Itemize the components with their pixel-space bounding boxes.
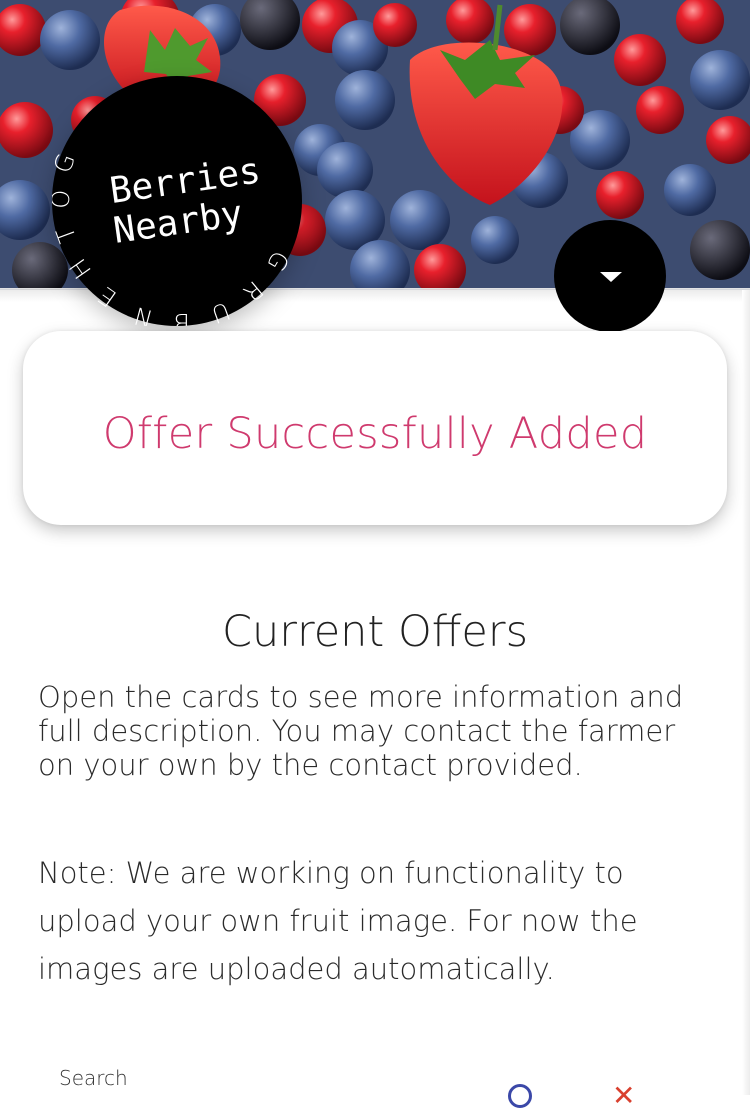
svg-text:O: O xyxy=(52,189,76,210)
svg-text:U: U xyxy=(208,296,234,326)
success-alert-card: Offer Successfully Added xyxy=(23,331,727,525)
note-text: Note: We are working on functionality to… xyxy=(38,856,638,986)
search-label: Search xyxy=(59,1066,128,1090)
close-icon[interactable]: ✕ xyxy=(612,1082,635,1110)
svg-text:R: R xyxy=(238,275,269,307)
caret-down-icon xyxy=(600,272,622,282)
berries-nearby-logo[interactable]: Berries Nearby G O T H E N B U R G xyxy=(52,76,302,326)
svg-text:B: B xyxy=(174,308,190,326)
svg-text:H: H xyxy=(64,253,97,284)
svg-text:N: N xyxy=(131,301,156,326)
svg-text:G: G xyxy=(52,150,81,177)
search-icon[interactable] xyxy=(508,1084,532,1108)
alert-message: Offer Successfully Added xyxy=(102,409,648,459)
svg-text:E: E xyxy=(93,281,121,313)
intro-text: Open the cards to see more information a… xyxy=(38,680,684,782)
svg-text:T: T xyxy=(52,223,82,247)
menu-toggle-button[interactable] xyxy=(554,220,666,332)
page-title: Current Offers xyxy=(222,607,528,657)
page-edge xyxy=(742,290,750,1095)
svg-text:G: G xyxy=(261,246,295,276)
